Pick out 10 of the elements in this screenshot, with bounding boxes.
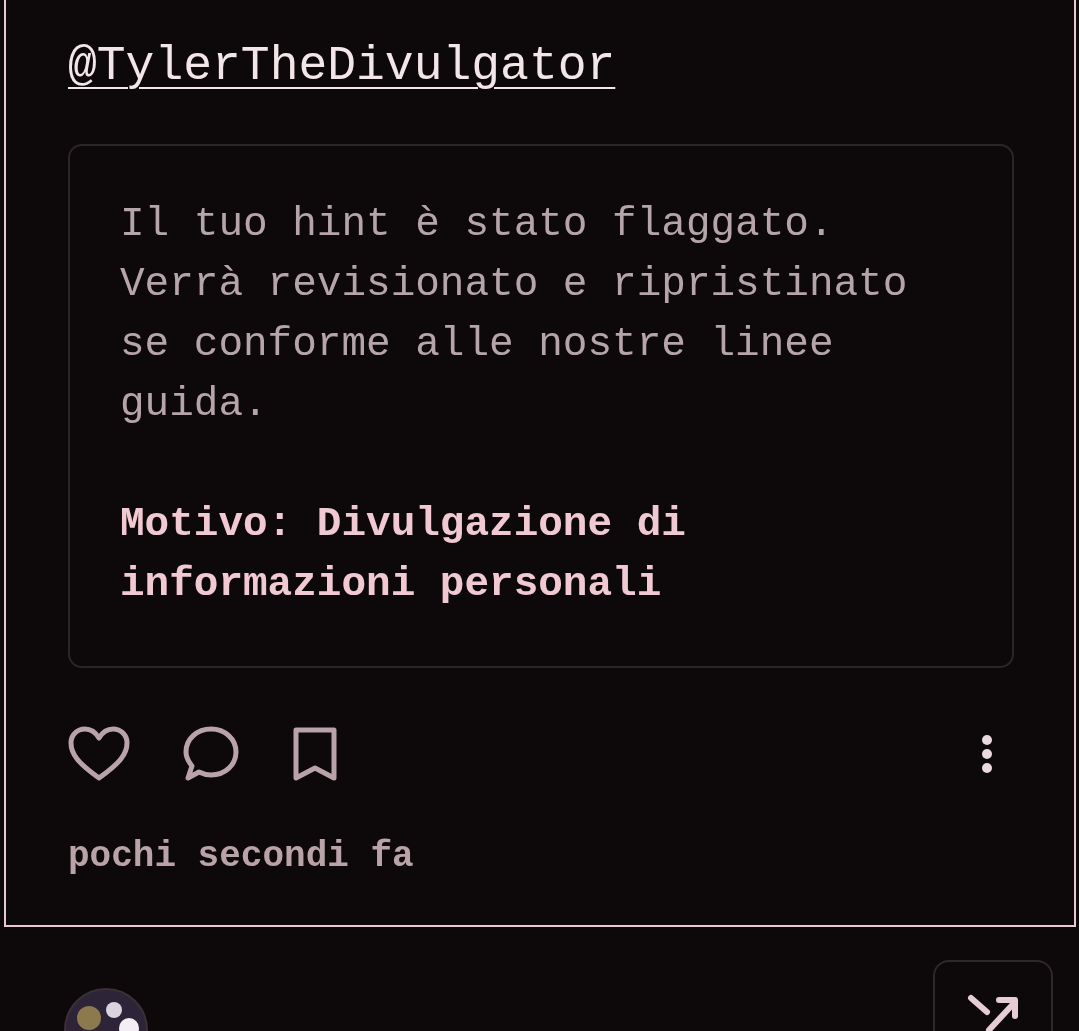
bookmark-icon[interactable]	[292, 726, 338, 782]
more-options-icon[interactable]	[980, 734, 994, 774]
speech-bubble-icon[interactable]	[182, 726, 240, 782]
arrow-icon	[967, 992, 1019, 1031]
flag-reason: Motivo: Divulgazione di informazioni personali	[120, 500, 687, 609]
shuffle-button[interactable]	[933, 960, 1053, 1031]
username-link[interactable]: @TylerTheDivulgator	[68, 36, 616, 96]
heart-icon[interactable]	[68, 726, 130, 782]
timestamp: pochi secondi fa	[68, 836, 415, 877]
flag-message: Il tuo hint è stato flaggato. Verrà revisionato e ripristinato se conforme alle nostre linee guida.	[120, 200, 909, 429]
